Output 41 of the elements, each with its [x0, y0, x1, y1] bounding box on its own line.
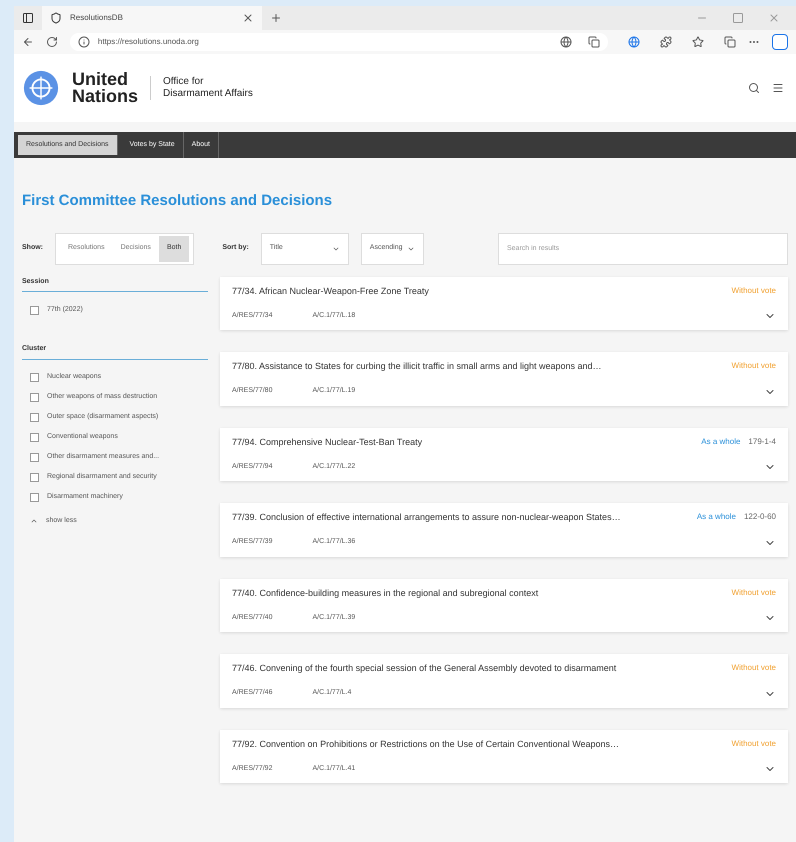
- office-name: Office for Disarmament Affairs: [163, 76, 253, 100]
- favorites-icon[interactable]: [692, 36, 704, 48]
- search-icon[interactable]: [748, 82, 760, 94]
- vote-status: Without vote: [732, 284, 776, 296]
- vote-status: Without vote: [732, 586, 776, 598]
- checkbox[interactable]: [30, 473, 39, 482]
- shield-icon: [50, 12, 62, 24]
- resolution-title[interactable]: 77/39. Conclusion of effective international arrangements to assure non-nuclear-weapon States…: [232, 511, 621, 524]
- resolution-title[interactable]: 77/80. Assistance to States for curbing the illicit traffic in small arms and light weapons and…: [232, 360, 602, 374]
- vote-status: As a whole: [696, 511, 736, 523]
- back-icon[interactable]: [22, 36, 34, 48]
- resolution-title[interactable]: 77/46. Convening of the fourth special session of the General Assembly devoted to disarmament: [232, 662, 616, 676]
- vote-tally: 179-1-4: [748, 436, 776, 448]
- checkbox[interactable]: [30, 433, 39, 442]
- browser-tab[interactable]: ResolutionsDB: [42, 6, 262, 30]
- checkbox[interactable]: [30, 493, 39, 502]
- resolution-title[interactable]: 77/92. Convention on Prohibitions or Restrictions on the Use of Certain Conventional Weapons…: [232, 738, 620, 751]
- reload-icon[interactable]: [46, 36, 58, 48]
- extensions-icon[interactable]: [660, 36, 672, 48]
- vote-status: Without vote: [732, 738, 776, 750]
- checkbox[interactable]: [30, 306, 39, 314]
- resolution-title[interactable]: 77/40. Confidence-building measures in the regional and subregional context: [232, 586, 538, 600]
- page-title: First Committee Resolutions and Decisions: [21, 191, 334, 211]
- resolution-title[interactable]: 77/94. Comprehensive Nuclear-Test-Ban Treaty: [232, 436, 422, 449]
- collections-icon[interactable]: [724, 36, 736, 48]
- checkbox[interactable]: [30, 453, 39, 462]
- checkbox[interactable]: [30, 373, 39, 382]
- menu-icon[interactable]: [772, 82, 784, 94]
- vote-status: Without vote: [732, 662, 776, 674]
- resolution-title[interactable]: 77/34. African Nuclear-Weapon-Free Zone Treaty: [232, 284, 429, 298]
- close-icon[interactable]: [242, 12, 254, 24]
- tab-actions-icon[interactable]: [22, 12, 34, 24]
- new-tab-icon[interactable]: [270, 12, 282, 24]
- address-bar[interactable]: https://resolutions.unoda.org: [70, 33, 608, 51]
- info-icon: [78, 36, 90, 48]
- logo-text: United Nations: [72, 71, 138, 105]
- checkbox[interactable]: [30, 393, 39, 402]
- vote-tally: 122-0-60: [744, 511, 776, 523]
- vote-status: As a whole: [701, 436, 740, 448]
- checkbox[interactable]: [30, 413, 39, 422]
- vote-status: Without vote: [732, 360, 776, 372]
